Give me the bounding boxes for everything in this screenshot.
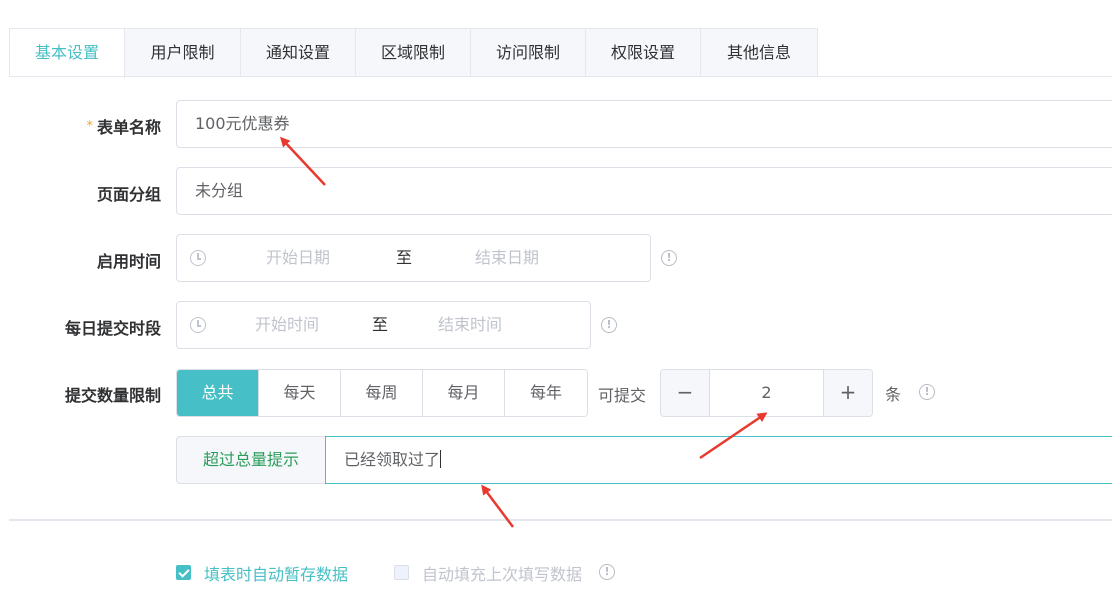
clock-icon	[190, 250, 206, 266]
count-stepper: − 2 +	[660, 369, 873, 417]
limit-option-total[interactable]: 总共	[177, 370, 259, 416]
daily-time-range-picker[interactable]: 开始时间 至 结束时间	[176, 301, 591, 349]
submit-limit-label: 提交数量限制	[64, 386, 161, 405]
over-limit-message-input[interactable]: 已经领取过了	[325, 436, 1112, 484]
limit-option-yearly[interactable]: 每年	[505, 370, 587, 416]
tab-permission-settings[interactable]: 权限设置	[586, 29, 701, 77]
end-time-input[interactable]: 结束时间	[438, 302, 502, 348]
arrow-to-message	[481, 484, 514, 528]
tabs-divider	[9, 76, 1112, 77]
count-input[interactable]: 2	[709, 370, 824, 416]
tab-region-limit[interactable]: 区域限制	[356, 29, 471, 77]
decrement-button[interactable]: −	[661, 370, 709, 416]
page-group-select[interactable]: 未分组	[176, 167, 1112, 215]
range-separator: 至	[372, 315, 389, 334]
tab-bar: 基本设置 用户限制 通知设置 区域限制 访问限制 权限设置 其他信息	[9, 28, 818, 78]
limit-option-weekly[interactable]: 每周	[341, 370, 423, 416]
range-separator: 至	[396, 248, 413, 267]
info-icon[interactable]: !	[599, 564, 615, 580]
autosave-checkbox[interactable]	[176, 565, 191, 580]
tab-user-limit[interactable]: 用户限制	[125, 29, 241, 77]
tab-other-info[interactable]: 其他信息	[701, 29, 817, 77]
tab-basic-settings[interactable]: 基本设置	[10, 29, 125, 78]
limit-option-daily[interactable]: 每天	[259, 370, 341, 416]
enable-date-range-picker[interactable]: 开始日期 至 结束日期	[176, 234, 651, 282]
autosave-label[interactable]: 填表时自动暂存数据	[204, 561, 348, 585]
autofill-label[interactable]: 自动填充上次填写数据	[422, 561, 582, 585]
clock-icon	[190, 317, 206, 333]
form-name-label-text: 表单名称	[96, 118, 161, 137]
over-limit-message-text: 已经领取过了	[344, 450, 441, 469]
page-group-label: 页面分组	[96, 185, 161, 204]
info-icon[interactable]: !	[661, 250, 677, 266]
limit-period-segmented: 总共 每天 每周 每月 每年	[176, 369, 588, 417]
section-divider	[9, 519, 1112, 521]
over-limit-message-group: 超过总量提示 已经领取过了	[176, 436, 1112, 484]
tab-notification-settings[interactable]: 通知设置	[241, 29, 356, 77]
form-name-label: * 表单名称	[0, 114, 161, 138]
over-limit-prefix: 超过总量提示	[176, 436, 325, 484]
autofill-checkbox[interactable]	[394, 565, 409, 580]
unit-label: 条	[885, 385, 902, 404]
start-date-input[interactable]: 开始日期	[266, 235, 330, 281]
increment-button[interactable]: +	[824, 370, 872, 416]
text-caret	[440, 450, 442, 468]
end-date-input[interactable]: 结束日期	[475, 235, 539, 281]
limit-option-monthly[interactable]: 每月	[423, 370, 505, 416]
daily-period-label: 每日提交时段	[64, 319, 161, 338]
form-name-input[interactable]: 100元优惠券	[176, 100, 1112, 148]
start-time-input[interactable]: 开始时间	[255, 302, 319, 348]
info-icon[interactable]: !	[919, 384, 935, 400]
required-mark: *	[86, 119, 93, 134]
enable-time-label: 启用时间	[96, 252, 161, 271]
tab-access-limit[interactable]: 访问限制	[471, 29, 586, 77]
can-submit-label: 可提交	[598, 386, 647, 405]
info-icon[interactable]: !	[601, 317, 617, 333]
